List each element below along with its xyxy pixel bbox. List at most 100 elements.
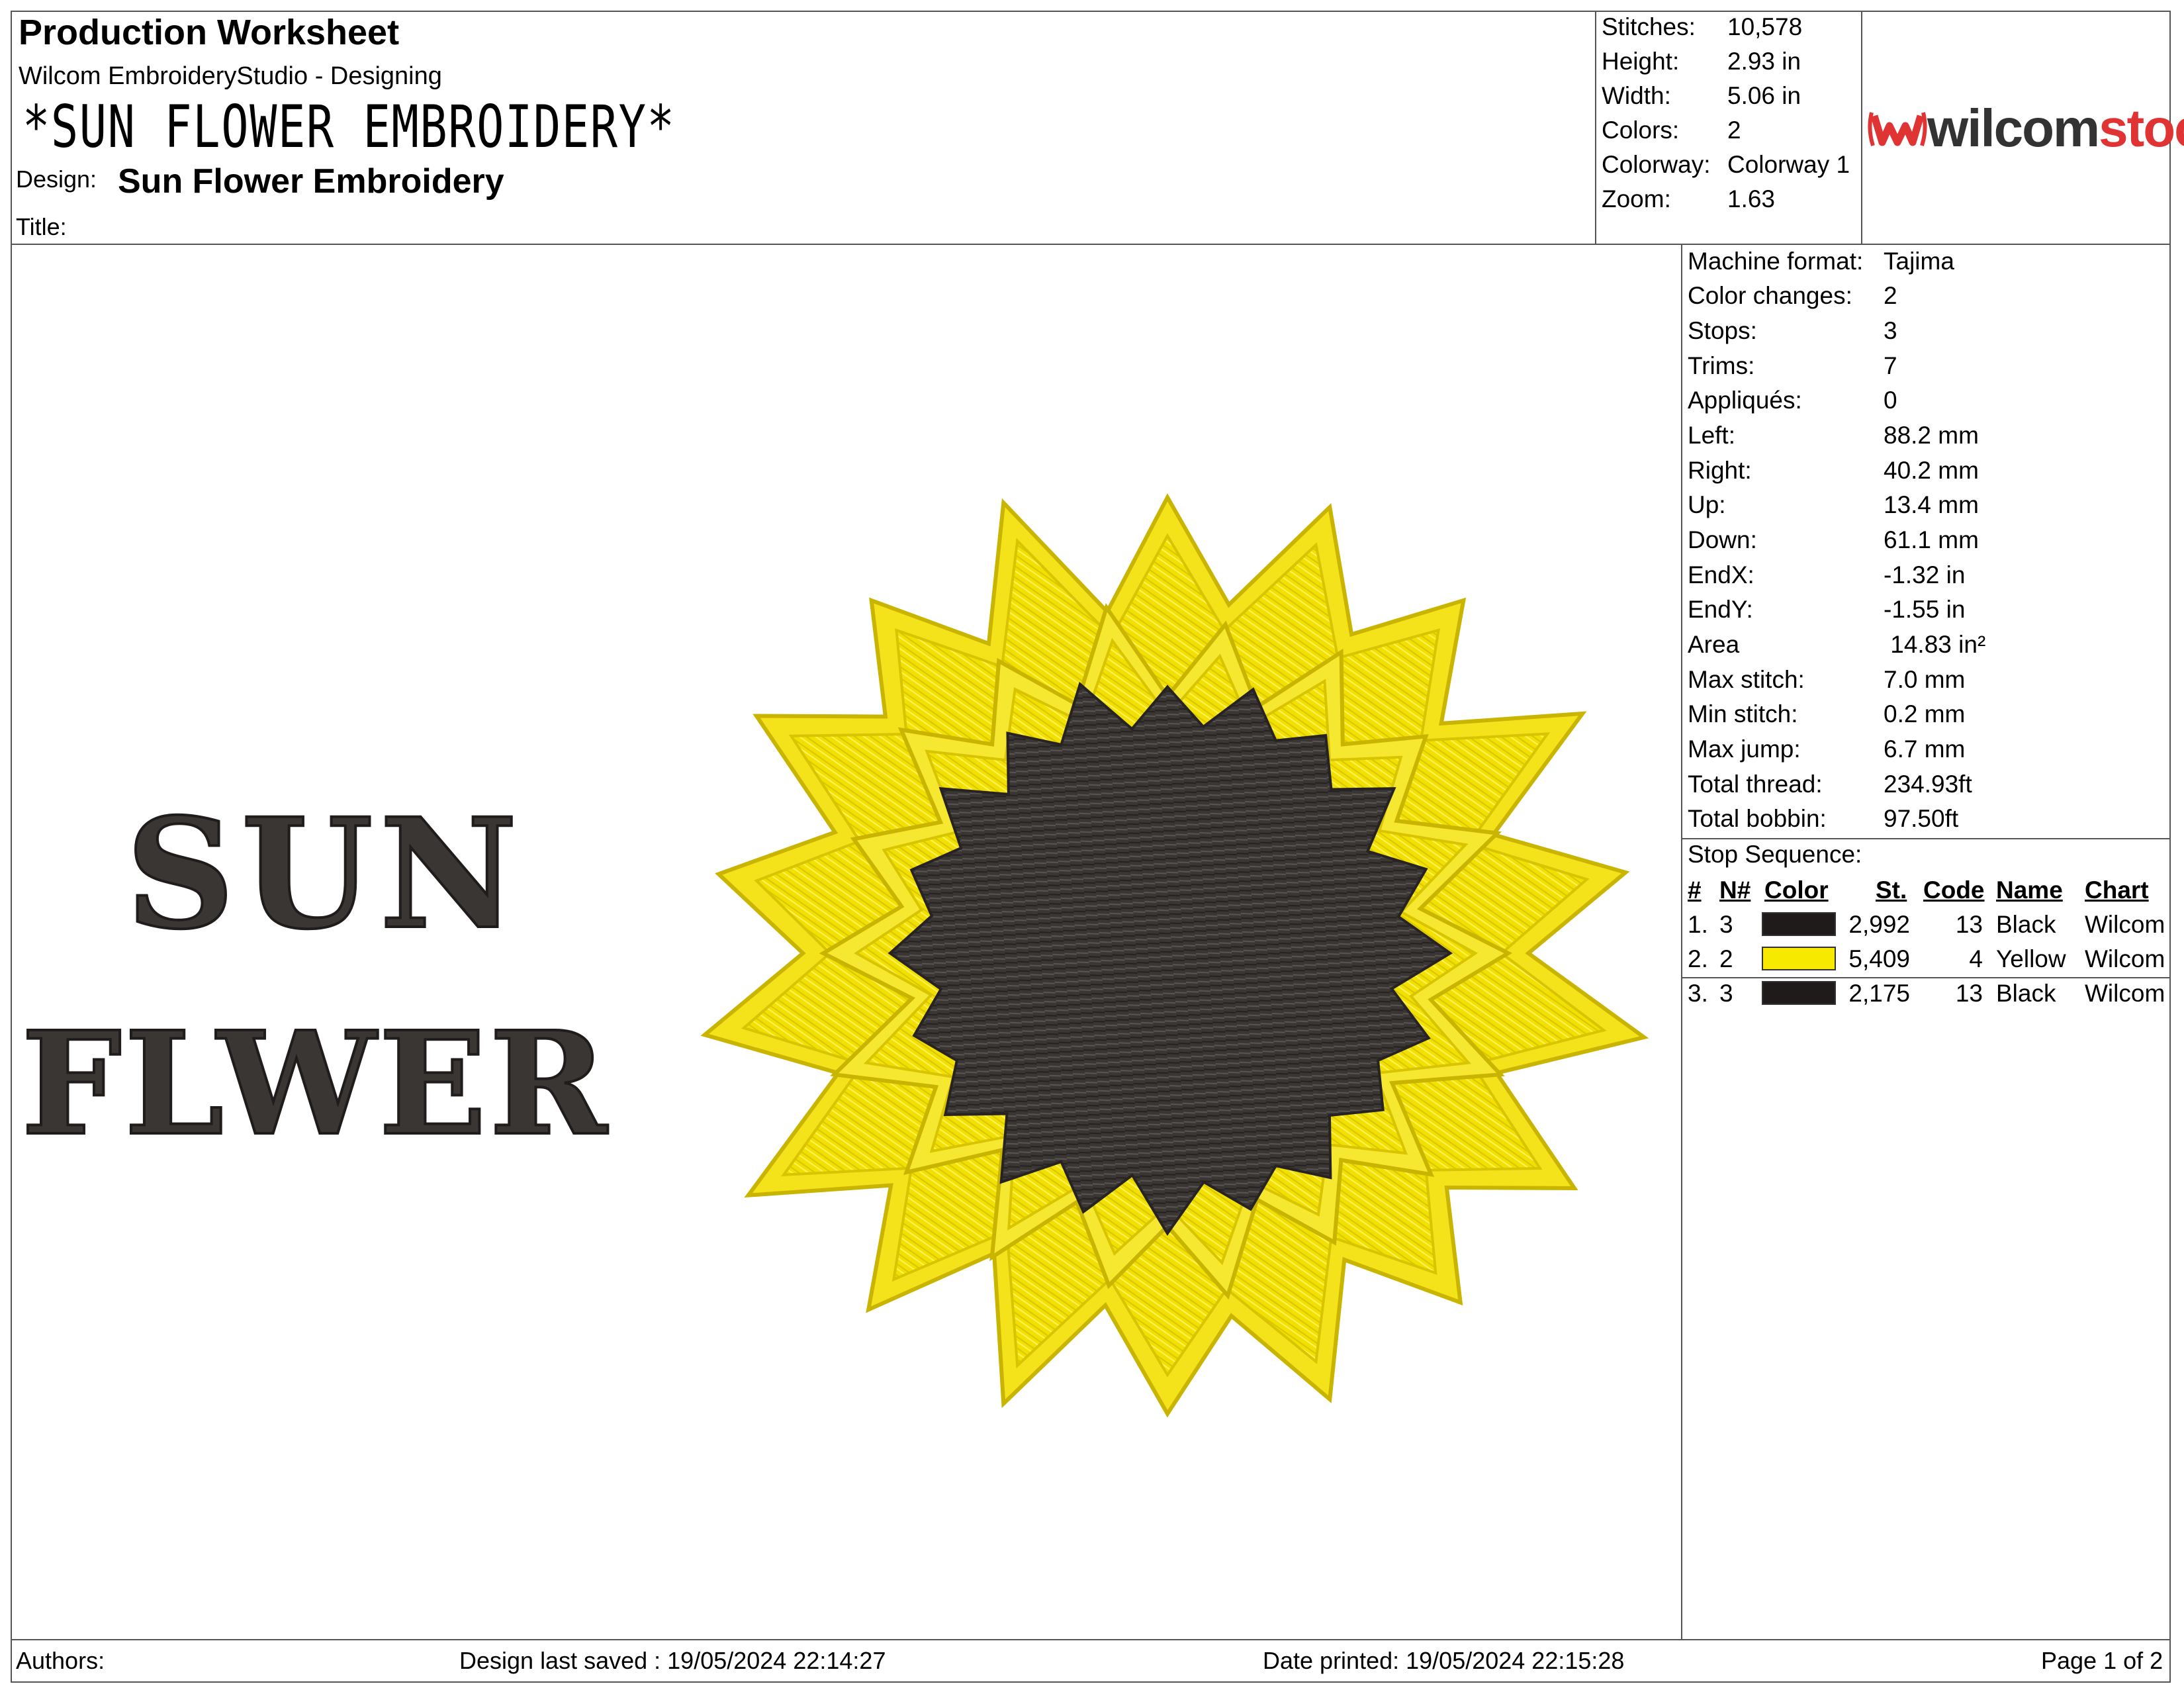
details-divider [1681, 244, 1682, 1639]
summary-value: 1.63 [1727, 185, 1776, 212]
detail-label: Max jump: [1688, 735, 1801, 763]
column-header: N# [1719, 876, 1751, 904]
detail-value: 0 [1884, 387, 1897, 414]
software-name: Wilcom EmbroideryStudio - Designing [19, 62, 442, 90]
row-code: 4 [1969, 945, 1983, 972]
title-label: Title: [16, 213, 67, 240]
row-code: 13 [1955, 980, 1983, 1007]
detail-label: Stops: [1688, 317, 1757, 344]
detail-value: 6.7 mm [1884, 735, 1966, 763]
embroidered-text-line2: FLWER [21, 1001, 610, 1167]
row-stitches: 5,409 [1848, 945, 1910, 972]
detail-label: Appliqués: [1688, 387, 1802, 414]
design-name: Sun Flower Embroidery [118, 162, 504, 201]
detail-label: Min stitch: [1688, 700, 1798, 727]
column-header: Color [1764, 876, 1829, 904]
stop-sequence-bottom-divider [1681, 977, 2171, 978]
detail-value: 234.93ft [1884, 771, 1972, 798]
header-divider-vertical-1 [1595, 11, 1596, 244]
summary-label: Colorway: [1602, 151, 1711, 178]
detail-label: EndY: [1688, 596, 1753, 623]
detail-value: 40.2 mm [1884, 457, 1979, 484]
detail-value: 0.2 mm [1884, 700, 1966, 727]
detail-label: Trims: [1688, 352, 1755, 379]
row-stitches: 2,992 [1848, 911, 1910, 938]
detail-label: Down: [1688, 526, 1757, 553]
color-swatch [1762, 912, 1836, 936]
row-index: 1. [1688, 911, 1708, 938]
column-header: Code [1923, 876, 1985, 904]
authors-label: Authors: [16, 1647, 105, 1674]
detail-label: Total thread: [1688, 771, 1823, 798]
design-label: Design: [16, 165, 97, 193]
row-name: Yellow [1996, 945, 2066, 972]
column-header: # [1688, 876, 1702, 904]
wilcom-w-icon [1868, 112, 1927, 146]
logo-text-wilcom: wilcom [1927, 99, 2100, 158]
detail-label: Left: [1688, 422, 1735, 449]
summary-label: Stitches: [1602, 13, 1696, 40]
detail-label: Max stitch: [1688, 666, 1805, 693]
row-index: 2. [1688, 945, 1708, 972]
row-name: Black [1996, 980, 2056, 1007]
last-saved: Design last saved : 19/05/2024 22:14:27 [459, 1647, 886, 1674]
stop-sequence-top-divider [1681, 838, 2171, 839]
detail-value: 2 [1884, 282, 1897, 309]
embroidery-preview-svg: SUN FLWER [20, 493, 1649, 1418]
detail-label: Total bobbin: [1688, 805, 1827, 832]
column-header: Name [1996, 876, 2063, 904]
row-chart: Wilcom [2085, 980, 2165, 1007]
wilcomstock-logo [1868, 99, 1927, 162]
detail-value: 7 [1884, 352, 1897, 379]
column-header: St. [1876, 876, 1907, 904]
summary-value: 5.06 in [1727, 82, 1801, 109]
row-needle: 3 [1719, 980, 1733, 1007]
detail-value: 13.4 mm [1884, 491, 1979, 518]
summary-value: Colorway 1 [1727, 151, 1850, 178]
color-swatch [1762, 981, 1836, 1005]
logo-text-stock: stock [2099, 99, 2184, 158]
detail-label: Machine format: [1688, 248, 1864, 275]
row-needle: 2 [1719, 945, 1733, 972]
row-code: 13 [1955, 911, 1983, 938]
color-swatch [1762, 947, 1836, 970]
summary-value: 10,578 [1727, 13, 1803, 40]
detail-label: Color changes: [1688, 282, 1852, 309]
stop-sequence-title: Stop Sequence: [1688, 841, 1862, 868]
row-name: Black [1996, 911, 2056, 938]
detail-value: 97.50ft [1884, 805, 1959, 832]
detail-value: 88.2 mm [1884, 422, 1979, 449]
row-index: 3. [1688, 980, 1708, 1007]
detail-value: 7.0 mm [1884, 666, 1966, 693]
worksheet-title: Production Worksheet [19, 13, 400, 52]
page-number: Page 1 of 2 [2041, 1647, 2163, 1674]
detail-label: Right: [1688, 457, 1752, 484]
row-needle: 3 [1719, 911, 1733, 938]
detail-value: Tajima [1884, 248, 1954, 275]
embroidered-text-line1: SUN [126, 785, 524, 962]
row-stitches: 2,175 [1848, 980, 1910, 1007]
summary-label: Height: [1602, 48, 1680, 75]
detail-value: 3 [1884, 317, 1897, 344]
row-chart: Wilcom [2085, 911, 2165, 938]
footer-divider [11, 1639, 2171, 1640]
row-chart: Wilcom [2085, 945, 2165, 972]
file-name: *SUN FLOWER EMBROIDERY* [23, 93, 676, 161]
detail-value: 61.1 mm [1884, 526, 1979, 553]
detail-label: Area [1688, 631, 1740, 658]
summary-value: 2 [1727, 117, 1741, 144]
column-header: Chart [2085, 876, 2149, 904]
detail-label: EndX: [1688, 561, 1754, 588]
detail-value: -1.55 in [1884, 596, 1966, 623]
sunflower-petals [700, 493, 1649, 1418]
date-printed: Date printed: 19/05/2024 22:15:28 [1263, 1647, 1625, 1674]
header-divider-vertical-2 [1861, 11, 1862, 244]
detail-value: -1.32 in [1884, 561, 1966, 588]
design-preview: SUN FLWER [12, 245, 1680, 1638]
detail-value: 14.83 in² [1884, 631, 1986, 658]
summary-label: Zoom: [1602, 185, 1671, 212]
logo-text: wilcomstock [1927, 98, 2184, 159]
summary-label: Colors: [1602, 117, 1680, 144]
summary-label: Width: [1602, 82, 1671, 109]
summary-value: 2.93 in [1727, 48, 1801, 75]
